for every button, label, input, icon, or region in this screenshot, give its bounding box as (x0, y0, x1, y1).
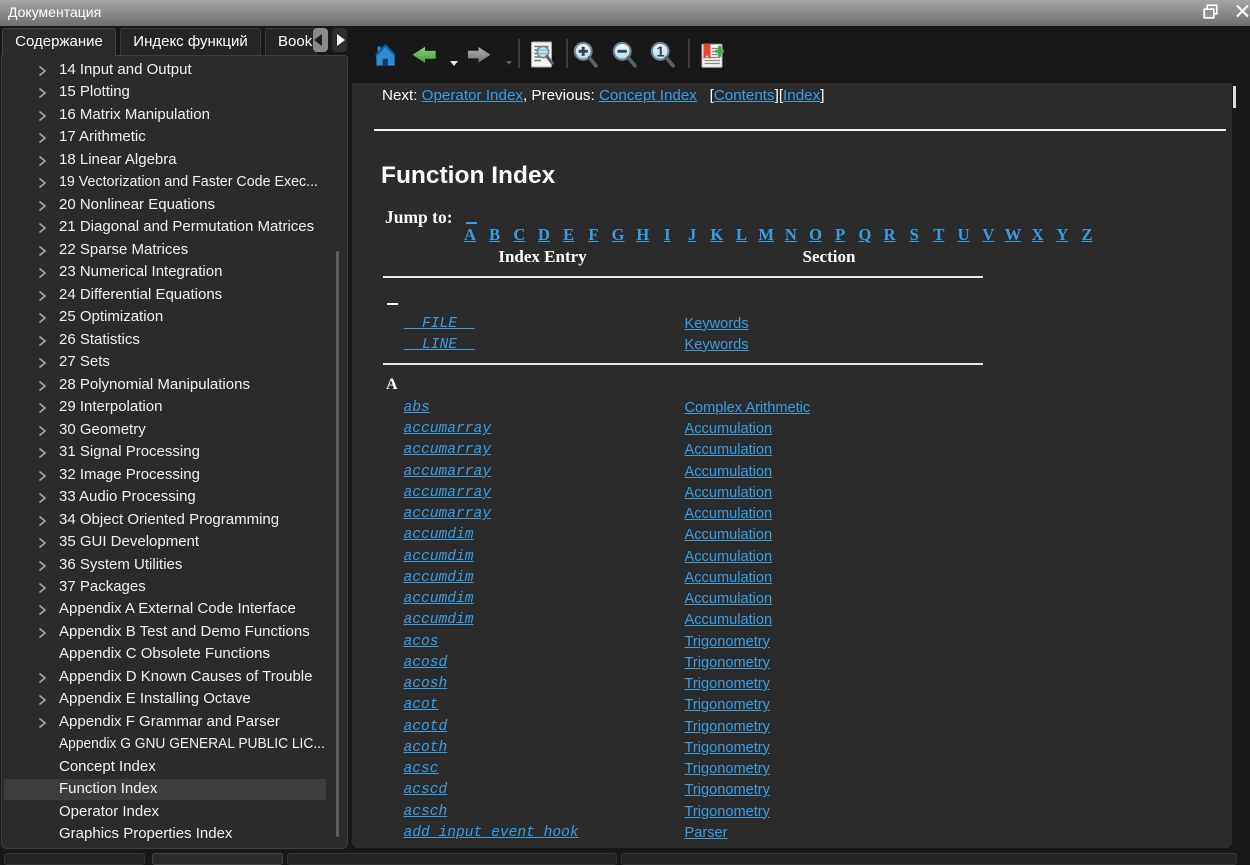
svg-text:1: 1 (656, 44, 664, 60)
